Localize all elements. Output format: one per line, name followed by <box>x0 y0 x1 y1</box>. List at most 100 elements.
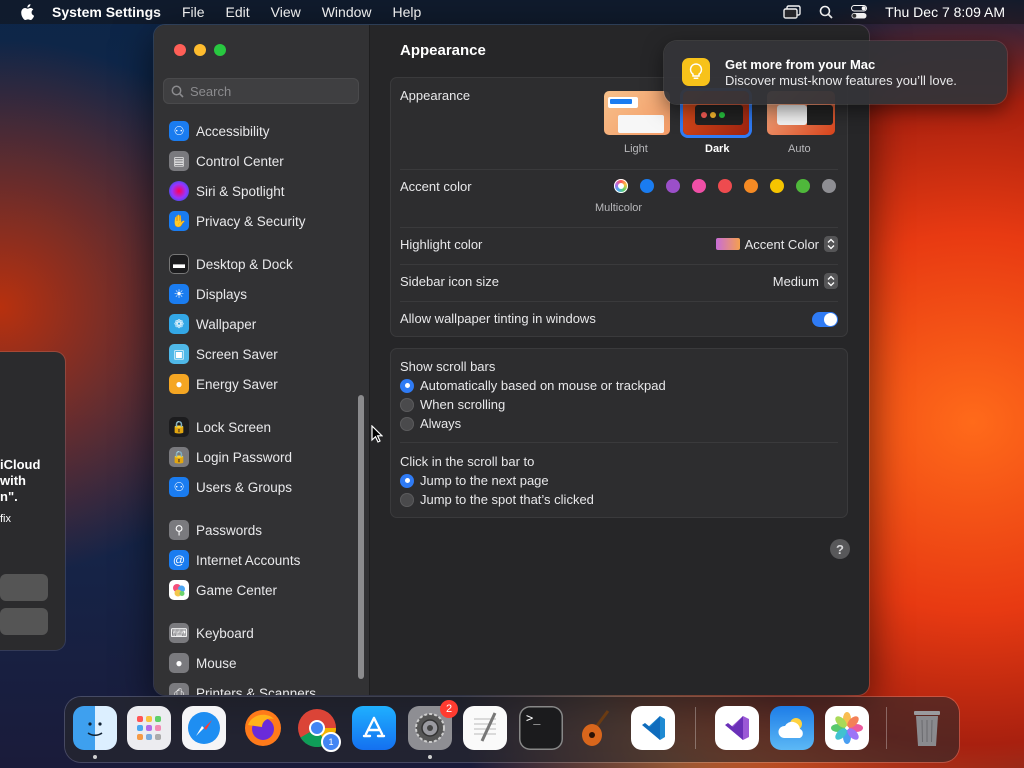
menu-clock[interactable]: Thu Dec 7 8:09 AM <box>885 4 1005 20</box>
sidebar-item-control-center[interactable]: ▤ Control Center <box>169 149 284 173</box>
sidebar-item-printers-scanners[interactable]: ⎙ Printers & Scanners <box>169 681 316 695</box>
search-placeholder: Search <box>190 83 232 99</box>
radio-scroll-when-scrolling[interactable]: When scrolling <box>400 397 505 412</box>
sidebar-item-label: Accessibility <box>196 123 270 139</box>
dialog-button[interactable] <box>0 574 48 601</box>
control-center-icon[interactable] <box>851 5 868 19</box>
apple-icon[interactable] <box>20 4 34 20</box>
trash-icon[interactable] <box>905 706 949 750</box>
radio-button <box>400 397 414 412</box>
sidebar-item-desktop-dock[interactable]: ▬ Desktop & Dock <box>169 252 293 276</box>
sidebar-item-accessibility[interactable]: ⚇ Accessibility <box>169 119 270 143</box>
divider <box>400 301 838 302</box>
sidebar-item-label: Control Center <box>196 153 284 169</box>
sidebar-item-login-password[interactable]: 🔒 Login Password <box>169 445 292 469</box>
sidebar-item-users-groups[interactable]: ⚇ Users & Groups <box>169 475 292 499</box>
help-button[interactable]: ? <box>830 539 850 559</box>
sidebar-item-privacy-security[interactable]: ✋ Privacy & Security <box>169 209 306 233</box>
sidebar-item-label: Game Center <box>196 582 278 598</box>
radio-scroll-always[interactable]: Always <box>400 416 461 431</box>
chrome-icon[interactable]: 1 <box>295 706 341 752</box>
launchpad-icon[interactable] <box>127 706 171 750</box>
close-window-button[interactable] <box>174 44 186 56</box>
background-dialog-window[interactable]: iCloud with n". fix <box>0 352 65 650</box>
radio-scroll-automatic[interactable]: Automatically based on mouse or trackpad <box>400 378 666 393</box>
vscode-icon[interactable] <box>631 706 675 750</box>
wallpaper-tinting-toggle[interactable] <box>812 312 838 327</box>
dock-divider <box>695 707 696 749</box>
sidebar-item-passwords[interactable]: ⚲ Passwords <box>169 518 262 542</box>
appearance-option-light[interactable] <box>604 91 670 135</box>
dock-divider <box>886 707 887 749</box>
selected-dot <box>618 183 624 189</box>
accent-color-label: Accent color <box>400 179 472 194</box>
menu-view[interactable]: View <box>271 4 301 20</box>
settings-gear-icon[interactable]: 2 <box>408 700 458 750</box>
accent-swatch-multicolor[interactable] <box>614 179 628 193</box>
terminal-icon[interactable]: >_ <box>519 706 563 750</box>
radio-button-selected <box>400 378 414 393</box>
sidebar-item-wallpaper[interactable]: ❁ Wallpaper <box>169 312 256 336</box>
sidebar-item-energy-saver[interactable]: ● Energy Saver <box>169 372 278 396</box>
accent-swatch[interactable] <box>692 179 706 193</box>
running-indicator <box>428 755 432 759</box>
menu-app-name[interactable]: System Settings <box>52 4 161 20</box>
siri-icon <box>169 181 189 201</box>
dialog-button[interactable] <box>0 608 48 635</box>
radio-button <box>400 492 414 507</box>
accent-swatch[interactable] <box>718 179 732 193</box>
menu-edit[interactable]: Edit <box>226 4 250 20</box>
finder-icon[interactable] <box>73 706 117 750</box>
search-input[interactable]: Search <box>163 78 359 104</box>
notification-banner[interactable]: Get more from your Mac Discover must-kno… <box>664 41 1007 104</box>
minimize-window-button[interactable] <box>194 44 206 56</box>
app-store-icon[interactable] <box>352 706 396 750</box>
zoom-window-button[interactable] <box>214 44 226 56</box>
spotlight-search-icon[interactable] <box>819 5 833 19</box>
dock-icon: ▬ <box>169 254 189 274</box>
sidebar-icon-size-popup[interactable]: Medium <box>773 273 838 289</box>
accent-swatch[interactable] <box>796 179 810 193</box>
sidebar-item-mouse[interactable]: ● Mouse <box>169 651 237 675</box>
chevron-updown-icon <box>824 236 838 252</box>
firefox-icon[interactable] <box>241 706 285 750</box>
accent-swatch[interactable] <box>822 179 836 193</box>
photos-icon[interactable] <box>825 706 869 750</box>
radio-label: Always <box>420 416 462 431</box>
sidebar-item-lock-screen[interactable]: 🔒 Lock Screen <box>169 415 271 439</box>
accent-swatch[interactable] <box>770 179 784 193</box>
safari-icon[interactable] <box>182 706 226 750</box>
radio-label: Jump to the spot that’s clicked <box>420 492 594 507</box>
sidebar-item-screen-saver[interactable]: ▣ Screen Saver <box>169 342 278 366</box>
textedit-icon[interactable] <box>463 706 507 750</box>
game-center-icon <box>169 580 189 600</box>
accent-swatch[interactable] <box>744 179 758 193</box>
at-icon: @ <box>169 550 189 570</box>
sidebar-item-label: Siri & Spotlight <box>196 183 285 199</box>
accent-swatch[interactable] <box>666 179 680 193</box>
menu-help[interactable]: Help <box>393 4 422 20</box>
sidebar-item-siri-spotlight[interactable]: Siri & Spotlight <box>169 179 285 203</box>
menu-window[interactable]: Window <box>322 4 372 20</box>
weather-icon[interactable] <box>770 706 814 750</box>
guitar-icon[interactable] <box>576 706 620 750</box>
sidebar-item-internet-accounts[interactable]: @ Internet Accounts <box>169 548 300 572</box>
appearance-option-label: Auto <box>788 143 811 155</box>
sidebar-item-label: Displays <box>196 286 248 302</box>
sidebar-item-label: Internet Accounts <box>196 552 301 568</box>
screen-mirroring-icon[interactable] <box>783 5 801 19</box>
menu-file[interactable]: File <box>182 4 205 20</box>
screen-saver-icon: ▣ <box>169 344 189 364</box>
highlight-color-popup[interactable]: Accent Color <box>715 236 838 252</box>
sidebar: Search ⚇ Accessibility ▤ Control Center … <box>154 25 370 695</box>
sidebar-item-displays[interactable]: ☀ Displays <box>169 282 247 306</box>
search-icon <box>171 85 184 98</box>
chrome-badge: 1 <box>321 732 341 752</box>
accent-swatch[interactable] <box>640 179 654 193</box>
visual-studio-icon[interactable] <box>715 706 759 750</box>
sidebar-item-game-center[interactable]: Game Center <box>169 578 277 602</box>
radio-jump-to-spot[interactable]: Jump to the spot that’s clicked <box>400 492 594 507</box>
sidebar-scrollbar[interactable] <box>358 395 364 679</box>
radio-jump-next-page[interactable]: Jump to the next page <box>400 473 549 488</box>
sidebar-item-keyboard[interactable]: ⌨ Keyboard <box>169 621 254 645</box>
